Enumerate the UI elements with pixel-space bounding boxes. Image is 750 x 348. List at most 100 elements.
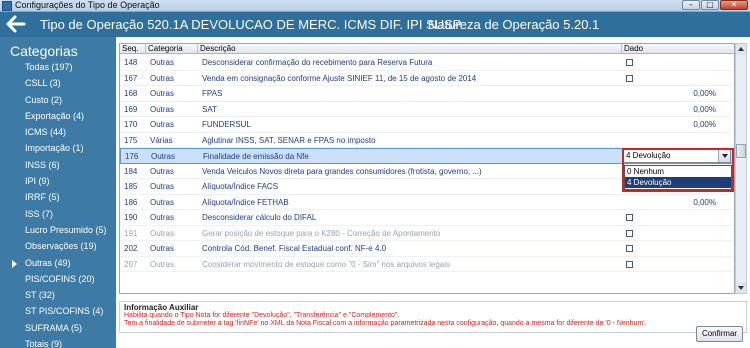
sidebar-item-suframa[interactable]: SUFRAMA (5)	[0, 320, 116, 336]
cell-value[interactable]: 0,00%	[636, 102, 716, 118]
dropdown-option-devolucao[interactable]: 4 Devolução	[625, 177, 731, 188]
sidebar-item-pis-cofins[interactable]: PIS/COFINS (20)	[0, 271, 116, 287]
cell-seq: 167	[124, 73, 138, 83]
column-description[interactable]: Descrição	[198, 44, 622, 54]
cell-description: Desconsiderar confirmação do recebimento…	[202, 58, 433, 67]
checkbox[interactable]	[626, 245, 633, 252]
cell-seq: 191	[124, 228, 138, 238]
sidebar-item-exportacao[interactable]: Exportação (4)	[0, 108, 116, 124]
close-button[interactable]: ✕	[720, 0, 748, 10]
cell-category: Outras	[150, 228, 175, 238]
category-list: Todas (197) CSLL (3) Custo (2) Exportaçã…	[0, 59, 116, 348]
sidebar-item-icms[interactable]: ICMS (44)	[0, 124, 116, 140]
checkbox[interactable]	[626, 214, 633, 221]
cell-description: Alíquota/Índice FETHAB	[202, 197, 289, 207]
vertical-scrollbar[interactable]	[735, 43, 747, 294]
table-row[interactable]: 167 Outras Venda em consignação conforme…	[120, 71, 734, 86]
cell-value[interactable]: 0,00%	[636, 117, 716, 133]
cell-seq: 168	[124, 89, 138, 98]
table-row[interactable]: 148 Outras Desconsiderar confirmação do …	[120, 55, 734, 71]
sidebar-item-custo[interactable]: Custo (2)	[0, 92, 116, 108]
sidebar-item-observacoes[interactable]: Observações (19)	[0, 238, 116, 254]
column-category[interactable]: Categoria	[146, 44, 198, 54]
maximize-button[interactable]: □	[701, 0, 719, 10]
cell-category: Outras	[150, 197, 175, 207]
cell-description: FUNDERSUL	[202, 120, 251, 129]
cell-category: Outras	[150, 166, 175, 176]
categories-title: Categorias	[10, 43, 78, 59]
auxiliary-info-panel: Informação Auxiliar Habilita quando o Ti…	[119, 301, 747, 333]
cell-description: Alíquota/Índice FACS	[202, 182, 279, 191]
checkbox[interactable]	[626, 59, 633, 66]
checkbox	[626, 229, 633, 237]
sidebar-item-importacao[interactable]: Importação (1)	[0, 140, 116, 156]
cell-seq: 176	[125, 152, 139, 161]
sidebar-item-inss[interactable]: INSS (6)	[0, 157, 116, 173]
cell-category: Outras	[150, 73, 175, 83]
purpose-dropdown-list: 0 Nenhum 4 Devolução	[624, 165, 732, 190]
sidebar-item-irrf[interactable]: IRRF (5)	[0, 189, 116, 205]
dropdown-option-nenhum[interactable]: 0 Nenhum	[625, 166, 731, 177]
table-row-disabled: 191 Outras Gerar posição de estoque para…	[120, 226, 734, 241]
column-seq[interactable]: Seq.	[120, 44, 146, 54]
table-row[interactable]: 170 Outras FUNDERSUL 0,00%	[120, 117, 734, 133]
checkbox[interactable]	[626, 74, 633, 82]
cell-description: Controla Cód. Benef. Fiscal Estadual con…	[202, 244, 387, 253]
cell-description: FPAS	[202, 89, 223, 98]
sidebar-item-iss[interactable]: ISS (7)	[0, 206, 116, 222]
sidebar-item-ipi[interactable]: IPI (9)	[0, 173, 116, 189]
header: Tipo de Operação 520.1A DEVOLUCAO DE MER…	[0, 12, 750, 37]
column-value[interactable]: Dado	[622, 44, 734, 54]
sidebar-item-label: Outras (49)	[25, 257, 71, 268]
cell-seq: 186	[124, 197, 138, 207]
app-icon	[2, 1, 12, 11]
table-row[interactable]: 190 Outras Desconsiderar cálculo do DIFA…	[120, 210, 734, 226]
table-row[interactable]: 186 Outras Alíquota/Índice FETHAB 0,00%	[120, 195, 734, 211]
scroll-thumb[interactable]	[736, 144, 746, 158]
table-row[interactable]: 168 Outras FPAS 0,00%	[120, 86, 734, 102]
cell-category: Outras	[150, 104, 175, 114]
cell-seq: 175	[124, 135, 138, 145]
cell-description: Venda em consignação conforme Ajuste SIN…	[202, 73, 477, 83]
cell-description: Desconsiderar cálculo do DIFAL	[202, 213, 317, 222]
sidebar-item-csll[interactable]: CSLL (3)	[0, 75, 116, 91]
scroll-down-icon[interactable]	[736, 282, 746, 293]
config-grid: Seq. Categoria Descrição Dado 148 Outras…	[119, 43, 735, 294]
sidebar-item-lucro-presumido[interactable]: Lucro Presumido (5)	[0, 222, 116, 238]
cell-seq: 169	[124, 104, 138, 114]
window-titlebar: Configurações do Tipo de Operação – □ ✕	[0, 0, 750, 12]
sidebar-item-todas[interactable]: Todas (197)	[0, 59, 116, 75]
back-arrow-icon[interactable]	[6, 15, 26, 33]
cell-seq: 202	[124, 244, 138, 253]
cell-description: Considerar movimento de estoque como "0 …	[202, 259, 451, 269]
cell-category: Outras	[150, 213, 175, 222]
scroll-up-icon[interactable]	[736, 44, 746, 55]
cell-seq: 190	[124, 213, 138, 222]
grid-header: Seq. Categoria Descrição Dado	[120, 44, 734, 54]
confirm-button[interactable]: Confirmar	[696, 326, 743, 342]
sidebar: Categorias Todas (197) CSLL (3) Custo (2…	[0, 37, 116, 348]
cell-category: Outras	[150, 244, 175, 253]
main-panel: Seq. Categoria Descrição Dado 148 Outras…	[116, 37, 750, 348]
sidebar-item-st[interactable]: ST (32)	[0, 287, 116, 303]
cell-description: Finalidade de emissão da Nfe	[203, 152, 309, 161]
cell-seq: 207	[124, 259, 138, 269]
sidebar-item-totais[interactable]: Totais (9)	[0, 336, 116, 348]
cell-category: Outras	[150, 182, 175, 191]
cell-seq: 185	[124, 182, 138, 191]
sidebar-item-outras[interactable]: Outras (49)	[0, 255, 116, 271]
cell-category: Outras	[151, 152, 176, 161]
cell-description: Venda Veículos Novos direta para grandes…	[202, 166, 482, 176]
info-line-1: Habilita quando o Tipo Nota for diferent…	[124, 312, 400, 319]
minimize-button[interactable]: –	[682, 0, 700, 10]
cell-category: Outras	[150, 89, 175, 98]
cell-value[interactable]: 0,00%	[636, 195, 716, 211]
info-line-2: Tem a finalidade de submeter a tag 'finN…	[124, 320, 647, 327]
sidebar-item-st-pis-cofins[interactable]: ST PIS/COFINS (4)	[0, 303, 116, 319]
table-row[interactable]: 175 Várias Aglutinar INSS, SAT, SENAR e …	[120, 133, 734, 148]
table-row[interactable]: 169 Outras SAT 0,00%	[120, 102, 734, 118]
table-row[interactable]: 202 Outras Controla Cód. Benef. Fiscal E…	[120, 241, 734, 257]
cell-value[interactable]: 0,00%	[636, 86, 716, 102]
cell-category: Outras	[150, 259, 175, 269]
nature-title: Natureza de Operação 5.20.1	[428, 17, 600, 32]
